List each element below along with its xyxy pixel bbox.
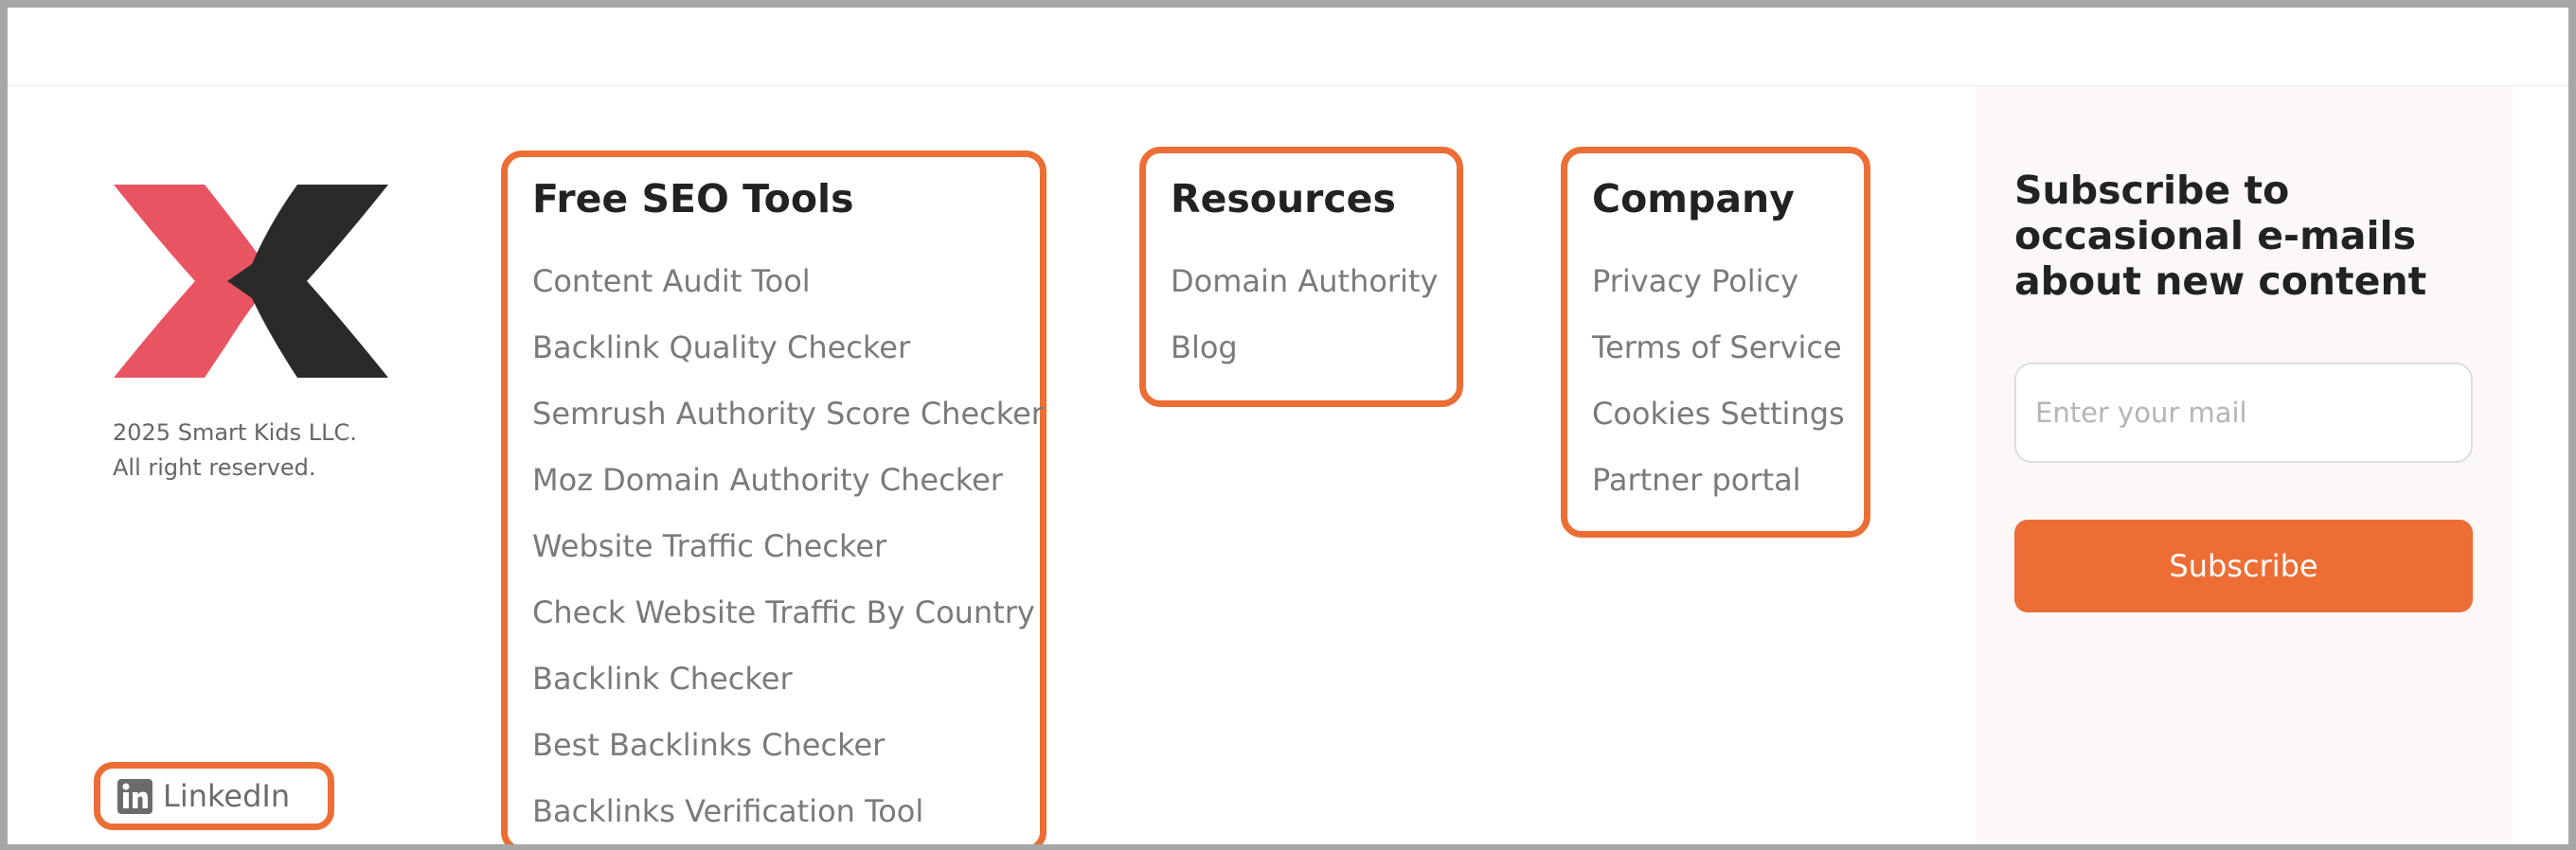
footer-link-blog[interactable]: Blog bbox=[1171, 329, 1238, 365]
subscribe-button[interactable]: Subscribe bbox=[2014, 520, 2473, 612]
logo-right-stroke bbox=[227, 185, 388, 378]
footer-link-domain-authority[interactable]: Domain Authority bbox=[1171, 263, 1438, 299]
copyright-line-2: All right reserved. bbox=[113, 454, 316, 481]
email-input[interactable] bbox=[2014, 363, 2473, 463]
linkedin-label: LinkedIn bbox=[163, 778, 291, 814]
seo-tools-column: Free SEO Tools Content Audit Tool Backli… bbox=[501, 151, 1046, 844]
subscribe-heading: Subscribe to occasional e-mails about ne… bbox=[2014, 168, 2427, 304]
resources-heading: Resources bbox=[1171, 176, 1396, 221]
company-heading: Company bbox=[1592, 176, 1795, 221]
company-column: Company Privacy Policy Terms of Service … bbox=[1561, 147, 1870, 538]
footer-link-terms-of-service[interactable]: Terms of Service bbox=[1592, 329, 1842, 365]
footer-link-moz-domain-authority-checker[interactable]: Moz Domain Authority Checker bbox=[532, 462, 1003, 498]
footer-link-website-traffic-checker[interactable]: Website Traffic Checker bbox=[532, 528, 886, 564]
footer-link-best-backlinks-checker[interactable]: Best Backlinks Checker bbox=[532, 727, 885, 763]
copyright-line-1: 2025 Smart Kids LLC. bbox=[113, 419, 357, 446]
footer-link-cookies-settings[interactable]: Cookies Settings bbox=[1592, 396, 1845, 432]
linkedin-link[interactable]: LinkedIn bbox=[94, 762, 334, 830]
footer-link-partner-portal[interactable]: Partner portal bbox=[1592, 462, 1801, 498]
footer-link-privacy-policy[interactable]: Privacy Policy bbox=[1592, 263, 1798, 299]
footer-link-backlinks-verification-tool[interactable]: Backlinks Verification Tool bbox=[532, 793, 923, 829]
linkedin-icon bbox=[117, 778, 152, 814]
site-footer: 2025 Smart Kids LLC. All right reserved.… bbox=[8, 86, 2568, 844]
footer-link-backlink-quality-checker[interactable]: Backlink Quality Checker bbox=[532, 329, 910, 365]
seo-tools-heading: Free SEO Tools bbox=[532, 176, 854, 221]
copyright-notice: 2025 Smart Kids LLC. All right reserved. bbox=[113, 416, 357, 486]
company-logo[interactable] bbox=[114, 185, 388, 378]
page-top-area bbox=[8, 8, 2568, 86]
footer-link-backlink-checker[interactable]: Backlink Checker bbox=[532, 661, 793, 697]
footer-link-semrush-authority-score-checker[interactable]: Semrush Authority Score Checker bbox=[532, 396, 1044, 432]
resources-column: Resources Domain Authority Blog bbox=[1139, 147, 1463, 407]
footer-link-check-website-traffic-by-country[interactable]: Check Website Traffic By Country bbox=[532, 594, 1035, 630]
footer-link-content-audit-tool[interactable]: Content Audit Tool bbox=[532, 263, 811, 299]
browser-viewport: 2025 Smart Kids LLC. All right reserved.… bbox=[0, 0, 2576, 850]
